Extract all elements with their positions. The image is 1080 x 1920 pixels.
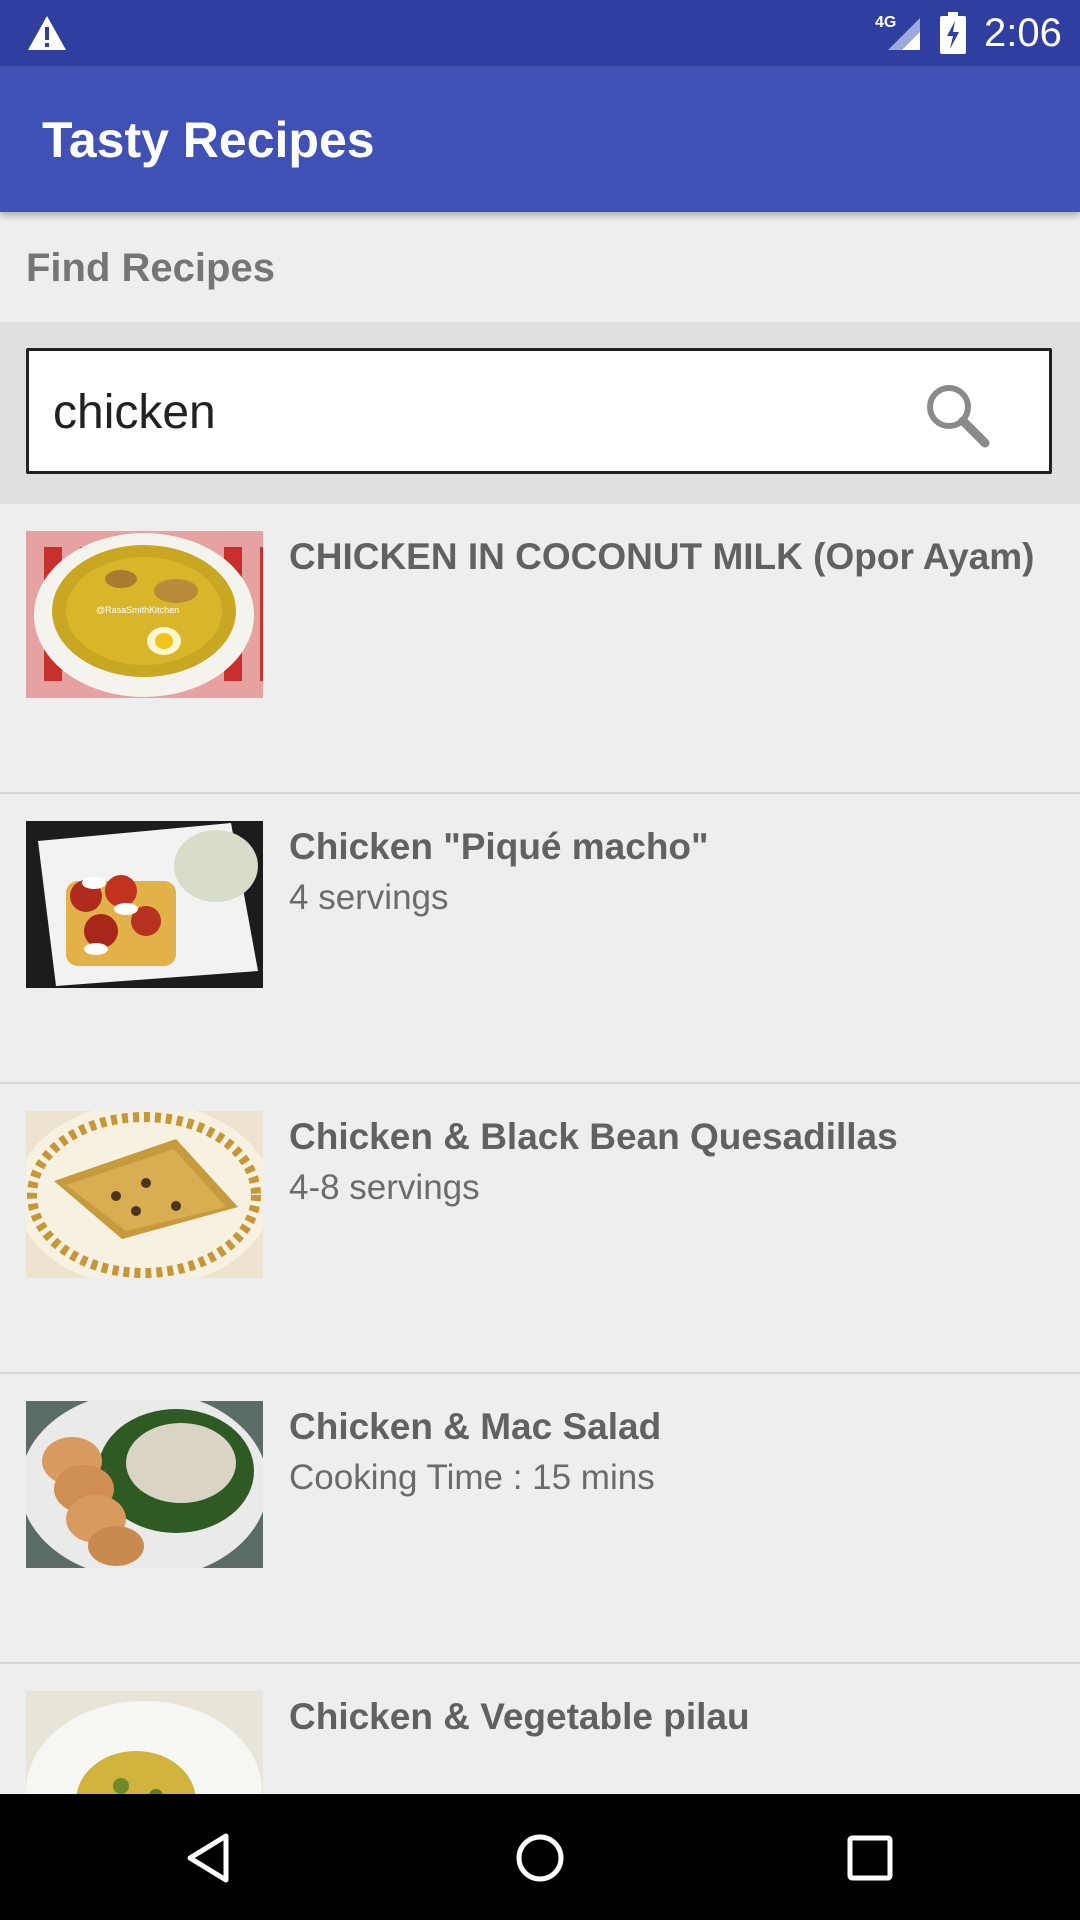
recipe-servings: 4-8 servings [289, 1168, 480, 1207]
app-title: Tasty Recipes [42, 112, 375, 168]
recipe-thumbnail [26, 821, 263, 988]
thumbnail-watermark: @RasaSmithKitchen [96, 605, 179, 615]
recipe-name: CHICKEN IN COCONUT MILK (Opor Ayam) [289, 536, 1035, 577]
recipe-row[interactable]: Chicken & Mac Salad Cooking Time : 15 mi… [0, 1374, 1080, 1664]
recipe-thumbnail: @RasaSmithKitchen [26, 531, 263, 698]
recipe-name: Chicken "Piqué macho" [289, 826, 709, 867]
recipe-cooking-time: Cooking Time : 15 mins [289, 1458, 655, 1497]
recipe-list[interactable]: @RasaSmithKitchen CHICKEN IN COCONUT MIL… [0, 504, 1080, 1794]
battery-charging-icon [940, 12, 966, 54]
recipe-thumbnail [26, 1691, 263, 1794]
search-icon[interactable] [921, 379, 991, 449]
recipe-row[interactable]: Chicken & Vegetable pilau [0, 1664, 1080, 1794]
search-input[interactable]: chicken [26, 348, 1052, 474]
status-bar: 4G 2:06 [0, 0, 1080, 66]
recipe-name: Chicken & Vegetable pilau [289, 1696, 750, 1737]
navigation-bar [0, 1794, 1080, 1920]
recipe-thumbnail [26, 1401, 263, 1568]
recipe-servings: 4 servings [289, 878, 449, 917]
warning-icon [28, 16, 66, 50]
recipe-row[interactable]: Chicken "Piqué macho" 4 servings [0, 794, 1080, 1084]
recipe-name: Chicken & Black Bean Quesadillas [289, 1116, 898, 1157]
recents-icon[interactable] [840, 1828, 900, 1888]
clock: 2:06 [984, 11, 1062, 55]
section-heading: Find Recipes [26, 246, 275, 290]
recipe-row[interactable]: Chicken & Black Bean Quesadillas 4-8 ser… [0, 1084, 1080, 1374]
recipe-name: Chicken & Mac Salad [289, 1406, 662, 1447]
search-input-value[interactable]: chicken [53, 385, 216, 441]
home-icon[interactable] [510, 1828, 570, 1888]
signal-icon [888, 18, 920, 50]
recipe-thumbnail [26, 1111, 263, 1278]
back-icon[interactable] [180, 1828, 240, 1888]
app-bar: Tasty Recipes [0, 66, 1080, 212]
recipe-row[interactable]: @RasaSmithKitchen CHICKEN IN COCONUT MIL… [0, 504, 1080, 794]
